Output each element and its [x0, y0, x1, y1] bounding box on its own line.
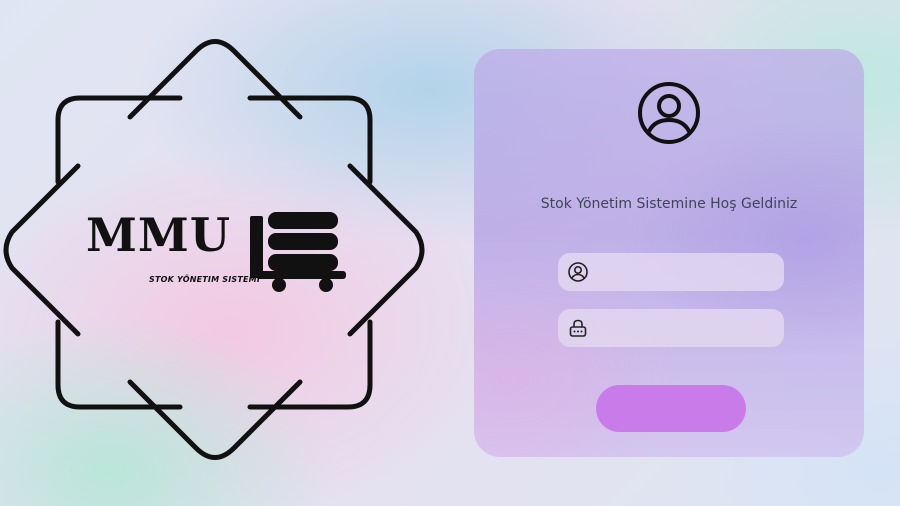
- frame-diamond-bottom: [127, 379, 303, 460]
- user-icon: [568, 262, 588, 282]
- password-input[interactable]: [597, 312, 771, 344]
- lock-icon: [569, 319, 587, 337]
- login-card: Stok Yönetim Sistemine Hoş Geldiniz: [474, 49, 864, 457]
- login-button[interactable]: [596, 385, 746, 432]
- frame-diamond-left: [3, 163, 81, 337]
- brand-name: MMU: [86, 208, 231, 262]
- brand-logo: MMU STOK YÖNETIM SISTEMI: [0, 0, 440, 506]
- cart-icon: [250, 212, 346, 292]
- username-field[interactable]: [558, 253, 784, 291]
- frame-diamond-top: [127, 39, 303, 120]
- frame-diamond-right: [347, 163, 425, 337]
- password-field[interactable]: [558, 309, 784, 347]
- brand-tagline: STOK YÖNETIM SISTEMI: [149, 275, 261, 284]
- username-input[interactable]: [597, 256, 771, 288]
- user-avatar-icon: [638, 82, 700, 144]
- welcome-text: Stok Yönetim Sistemine Hoş Geldiniz: [540, 196, 798, 212]
